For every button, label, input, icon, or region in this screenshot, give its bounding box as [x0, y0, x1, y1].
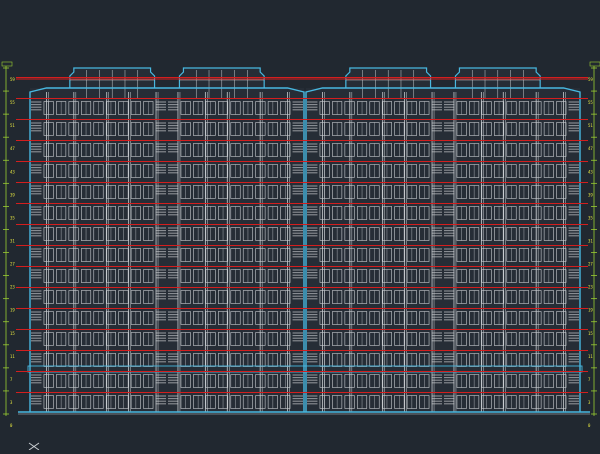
level-mark-text: 31 [588, 239, 593, 244]
level-mark-text: 19 [10, 308, 15, 313]
level-mark-text: 7 [588, 377, 591, 382]
level-mark-text: 35 [588, 215, 593, 220]
level-mark-text: 55 [10, 100, 15, 105]
level-mark-text: 43 [10, 169, 15, 174]
level-mark-text: 15 [10, 331, 15, 336]
level-mark-text: 0 [588, 423, 591, 428]
level-mark-text: 59 [10, 77, 15, 82]
level-mark-text: 11 [588, 354, 593, 359]
level-mark-text: 35 [10, 215, 15, 220]
level-mark-text: 55 [588, 100, 593, 105]
level-mark-text: 31 [10, 239, 15, 244]
level-mark-text: 27 [588, 262, 593, 267]
level-mark-text: 47 [588, 146, 593, 151]
level-mark-text: 19 [588, 308, 593, 313]
ucs-cross-icon [28, 442, 40, 450]
cad-viewport[interactable]: 59 55 51 47 43 39 35 31 27 23 19 15 11 7 3 0 59 55 51 47 43… [0, 0, 600, 450]
level-mark-text: 0 [10, 423, 13, 428]
dimension-end-box [589, 61, 600, 67]
level-mark-text: 47 [10, 146, 15, 151]
level-mark-text: 59 [588, 77, 593, 82]
level-mark-text: 7 [10, 377, 13, 382]
level-mark-text: 3 [588, 400, 591, 405]
dimension-end-box [1, 61, 13, 67]
level-mark-text: 51 [10, 123, 15, 128]
level-mark-text: 23 [588, 285, 593, 290]
level-mark-text: 27 [10, 262, 15, 267]
left-dimension-chain: 59 55 51 47 43 39 35 31 27 23 19 15 11 7 3 0 [1, 61, 15, 428]
level-mark-text: 3 [10, 400, 13, 405]
facade-elevation [16, 67, 590, 415]
facade-fill [306, 88, 580, 412]
level-mark-text: 39 [588, 192, 593, 197]
facade-fill [30, 88, 304, 412]
building-elevation-drawing: 59 55 51 47 43 39 35 31 27 23 19 15 11 7 3 0 59 55 51 47 43… [1, 61, 600, 428]
level-mark-text: 51 [588, 123, 593, 128]
level-mark-text: 11 [10, 354, 15, 359]
level-mark-text: 43 [588, 169, 593, 174]
right-dimension-chain: 59 55 51 47 43 39 35 31 27 23 19 15 11 7 3 0 [588, 61, 600, 428]
level-mark-text: 15 [588, 331, 593, 336]
level-mark-text: 23 [10, 285, 15, 290]
level-mark-text: 39 [10, 192, 15, 197]
